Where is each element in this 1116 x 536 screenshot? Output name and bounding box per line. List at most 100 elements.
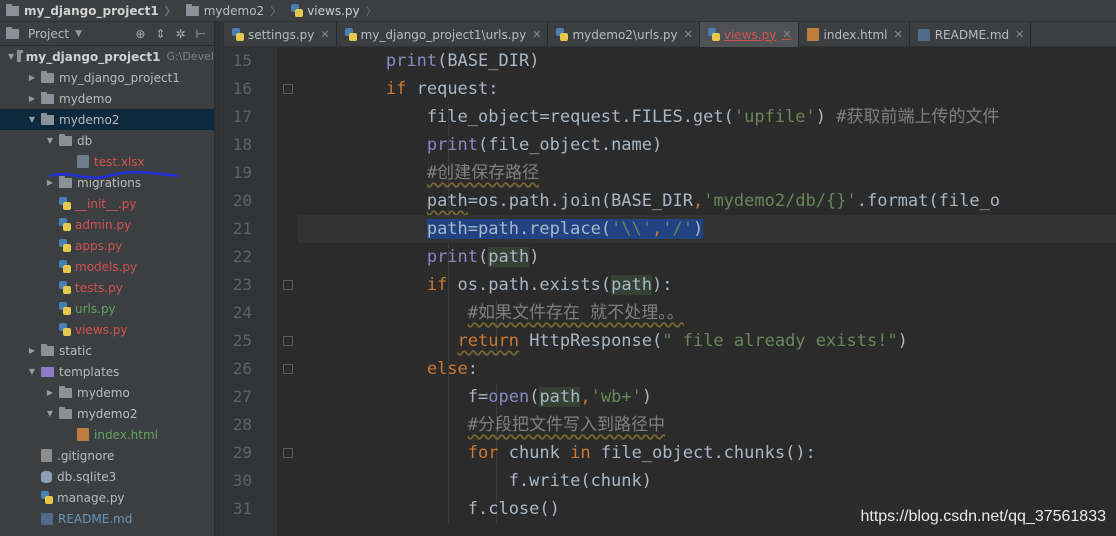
fold-marker-icon[interactable] bbox=[283, 364, 293, 374]
code-token: '\\' bbox=[611, 219, 653, 239]
code-line[interactable]: print(file_object.name) bbox=[298, 131, 1116, 159]
folder-icon bbox=[6, 26, 19, 39]
project-panel-title[interactable]: Project bbox=[28, 27, 69, 41]
code-line[interactable]: #分段把文件写入到路径中 bbox=[298, 411, 1116, 439]
breadcrumb-item[interactable]: mydemo2 〉 bbox=[180, 0, 285, 22]
editor-tab[interactable]: my_django_project1\urls.py ✕ bbox=[337, 22, 549, 47]
collapse-icon[interactable]: ⇕ bbox=[155, 27, 165, 41]
project-panel-header: Project ▼ ⊕ ⇕ ✲ ⊢ bbox=[0, 22, 214, 46]
tree-item[interactable]: __init__.py bbox=[0, 193, 214, 214]
watermark: https://blog.csdn.net/qq_37561833 bbox=[860, 508, 1106, 525]
tree-item[interactable]: ▼ my_django_project1 G:\Devel bbox=[0, 46, 214, 67]
code-line[interactable]: for chunk in file_object.chunks(): bbox=[298, 439, 1116, 467]
editor-tab[interactable]: index.html ✕ bbox=[799, 22, 910, 47]
tree-item[interactable]: ▶ mydemo bbox=[0, 88, 214, 109]
code-token: path bbox=[426, 191, 468, 211]
fold-marker-icon[interactable] bbox=[283, 280, 293, 290]
tree-item[interactable]: admin.py bbox=[0, 214, 214, 235]
tree-item[interactable]: ▼ db bbox=[0, 130, 214, 151]
code-line[interactable]: #创建保存路径 bbox=[298, 159, 1116, 187]
close-icon[interactable]: ✕ bbox=[320, 28, 329, 41]
chevron-down-icon[interactable]: ▼ bbox=[26, 367, 38, 376]
close-icon[interactable]: ✕ bbox=[782, 28, 791, 41]
chevron-right-icon: 〉 bbox=[270, 4, 282, 18]
tree-item[interactable]: ▶ static bbox=[0, 340, 214, 361]
editor-tab[interactable]: README.md ✕ bbox=[910, 22, 1032, 47]
chevron-right-icon[interactable]: ▶ bbox=[26, 94, 38, 103]
python-file-icon bbox=[59, 239, 71, 252]
chevron-down-icon[interactable]: ▼ bbox=[75, 29, 82, 39]
code-token: HttpResponse( bbox=[518, 331, 663, 351]
line-number: 16 bbox=[232, 79, 252, 98]
close-icon[interactable]: ✕ bbox=[1015, 28, 1024, 41]
close-icon[interactable]: ✕ bbox=[894, 28, 903, 41]
code-line[interactable]: else: bbox=[298, 355, 1116, 383]
code-editor[interactable]: print(BASE_DIR) if request: file_object=… bbox=[298, 47, 1116, 536]
locate-icon[interactable]: ⊕ bbox=[135, 27, 145, 41]
editor-tab[interactable]: settings.py ✕ bbox=[224, 22, 337, 47]
code-line[interactable]: return HttpResponse(" file already exist… bbox=[298, 327, 1116, 355]
tree-item[interactable]: ▼ mydemo2 bbox=[0, 403, 214, 424]
chevron-down-icon[interactable]: ▼ bbox=[8, 52, 14, 61]
chevron-right-icon[interactable]: ▶ bbox=[44, 178, 56, 187]
editor-tab[interactable]: mydemo2\urls.py ✕ bbox=[548, 22, 700, 47]
code-token: , bbox=[580, 387, 591, 407]
editor-tab[interactable]: views.py ✕ bbox=[699, 22, 799, 47]
chevron-down-icon[interactable]: ▼ bbox=[44, 409, 56, 418]
close-icon[interactable]: ✕ bbox=[684, 28, 693, 41]
breadcrumb-item[interactable]: my_django_project1 〉 bbox=[0, 0, 180, 22]
tree-item[interactable]: .gitignore bbox=[0, 445, 214, 466]
python-file-icon bbox=[291, 4, 304, 17]
tree-item[interactable]: apps.py bbox=[0, 235, 214, 256]
chevron-down-icon[interactable]: ▼ bbox=[26, 115, 38, 124]
hide-icon[interactable]: ⊢ bbox=[196, 27, 206, 41]
markdown-file-icon bbox=[41, 512, 53, 525]
code-line[interactable]: if request: bbox=[298, 75, 1116, 103]
chevron-right-icon[interactable]: ▶ bbox=[26, 346, 38, 355]
python-file-icon bbox=[41, 491, 53, 504]
tree-item[interactable]: models.py bbox=[0, 256, 214, 277]
tree-item[interactable]: urls.py bbox=[0, 298, 214, 319]
code-token: path bbox=[539, 387, 581, 407]
tree-item[interactable]: ▶ migrations bbox=[0, 172, 214, 193]
code-line[interactable]: path=os.path.join(BASE_DIR,'mydemo2/db/{… bbox=[298, 187, 1116, 215]
code-line[interactable]: file_object=request.FILES.get('upfile') … bbox=[298, 103, 1116, 131]
code-line[interactable]: print(path) bbox=[298, 243, 1116, 271]
code-line[interactable]: path=path.replace('\\','/') bbox=[298, 215, 1116, 243]
code-token: file_object=request.FILES.get( bbox=[304, 107, 734, 127]
breadcrumb-item[interactable]: views.py 〉 bbox=[285, 0, 380, 22]
tree-item[interactable]: views.py bbox=[0, 319, 214, 340]
close-icon[interactable]: ✕ bbox=[532, 28, 541, 41]
code-line[interactable]: f=open(path,'wb+') bbox=[298, 383, 1116, 411]
python-file-icon bbox=[59, 260, 71, 273]
tree-item-label: __init__.py bbox=[75, 196, 137, 211]
tree-item[interactable]: test.xlsx bbox=[0, 151, 214, 172]
tree-item[interactable]: ▶ my_django_project1 bbox=[0, 67, 214, 88]
tree-item-label: manage.py bbox=[57, 490, 125, 505]
tree-item[interactable]: manage.py bbox=[0, 487, 214, 508]
tree-item[interactable]: tests.py bbox=[0, 277, 214, 298]
tree-item[interactable]: README.md bbox=[0, 508, 214, 529]
tree-item[interactable]: ▼ mydemo2 bbox=[0, 109, 214, 130]
python-file-icon bbox=[59, 218, 71, 231]
chevron-right-icon[interactable]: ▶ bbox=[44, 388, 56, 397]
panel-splitter[interactable] bbox=[214, 22, 224, 536]
chevron-right-icon[interactable]: ▶ bbox=[26, 73, 38, 82]
fold-marker-icon[interactable] bbox=[283, 336, 293, 346]
code-token: path=path.replace( bbox=[426, 219, 612, 239]
spreadsheet-file-icon bbox=[77, 155, 89, 168]
fold-marker-icon[interactable] bbox=[283, 448, 293, 458]
code-line[interactable]: f.write(chunk) bbox=[298, 467, 1116, 495]
gear-icon[interactable]: ✲ bbox=[175, 27, 185, 41]
tree-item-label: db.sqlite3 bbox=[57, 469, 117, 484]
tree-item[interactable]: ▶ mydemo bbox=[0, 382, 214, 403]
tree-item[interactable]: db.sqlite3 bbox=[0, 466, 214, 487]
code-line[interactable]: #如果文件存在 就不处理。。 bbox=[298, 299, 1116, 327]
tree-item[interactable]: ▼ templates bbox=[0, 361, 214, 382]
code-token: ) bbox=[641, 387, 653, 407]
chevron-down-icon[interactable]: ▼ bbox=[44, 136, 56, 145]
fold-marker-icon[interactable] bbox=[283, 84, 293, 94]
code-line[interactable]: if os.path.exists(path): bbox=[298, 271, 1116, 299]
code-line[interactable]: print(BASE_DIR) bbox=[298, 47, 1116, 75]
tree-item[interactable]: index.html bbox=[0, 424, 214, 445]
